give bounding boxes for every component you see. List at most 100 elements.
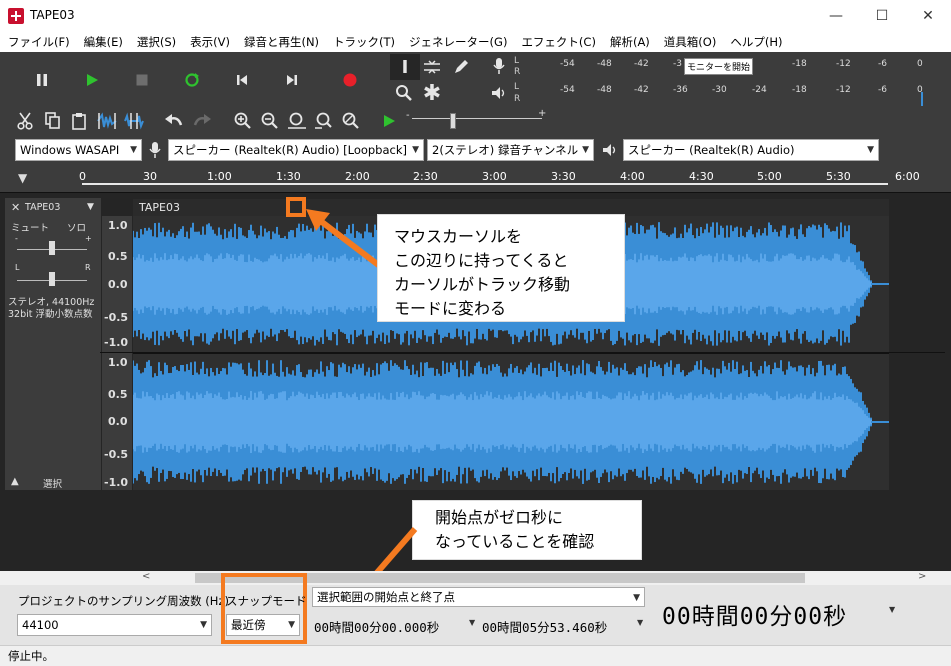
draw-tool-button[interactable] bbox=[450, 56, 472, 78]
skip-start-button[interactable] bbox=[230, 68, 254, 92]
rec-tick: -54 bbox=[560, 59, 575, 69]
start-time-format-icon[interactable]: ▼ bbox=[469, 618, 475, 627]
chevron-down-icon: ▼ bbox=[200, 620, 207, 630]
project-rate-select[interactable]: 44100 ▼ bbox=[17, 614, 212, 636]
fit-selection-button[interactable] bbox=[286, 110, 308, 132]
selection-start-time[interactable]: 00時間00分00.000秒 bbox=[314, 617, 440, 636]
horizontal-scrollbar[interactable]: < > bbox=[0, 571, 951, 585]
envelope-tool-button[interactable] bbox=[421, 56, 443, 78]
callout-line: この辺りに持ってくると bbox=[394, 251, 569, 270]
audio-position-time[interactable]: 00時間00分00秒 bbox=[662, 597, 848, 631]
play-speed-slider[interactable]: - + bbox=[404, 108, 549, 134]
position-format-icon[interactable]: ▼ bbox=[889, 605, 895, 614]
scissors-icon bbox=[17, 112, 33, 130]
paste-button[interactable] bbox=[68, 110, 90, 132]
fit-project-button[interactable] bbox=[313, 110, 335, 132]
close-button[interactable]: ✕ bbox=[905, 0, 951, 32]
zoom-toggle-button[interactable] bbox=[340, 110, 362, 132]
menu-generate[interactable]: ジェネレーター(G) bbox=[409, 34, 507, 50]
ruler-label: 0 bbox=[79, 170, 86, 183]
play-meter[interactable]: -54 -48 -42 -36 -30 -24 -18 -12 -6 0 bbox=[526, 84, 926, 100]
monitor-start-button[interactable]: モニターを開始 bbox=[684, 58, 754, 75]
menu-help[interactable]: ヘルプ(H) bbox=[730, 34, 782, 50]
record-icon bbox=[343, 73, 357, 87]
pan-slider-thumb[interactable] bbox=[49, 272, 55, 286]
cut-button[interactable] bbox=[15, 110, 37, 132]
skip-end-button[interactable] bbox=[280, 68, 304, 92]
selection-end-time[interactable]: 00時間05分53.460秒 bbox=[482, 617, 608, 636]
play-meter-speaker-button[interactable] bbox=[490, 83, 508, 103]
playback-device-value: スピーカー (Realtek(R) Audio) bbox=[628, 143, 795, 157]
trim-button[interactable] bbox=[95, 110, 119, 132]
ruler-label: 1:30 bbox=[276, 170, 301, 183]
ruler-label: 5:00 bbox=[757, 170, 782, 183]
menu-transport[interactable]: 録音と再生(N) bbox=[244, 34, 319, 50]
channels-select[interactable]: 2(ステレオ) 録音チャンネル ▼ bbox=[427, 139, 594, 161]
status-text: 停止中。 bbox=[8, 649, 54, 663]
recording-device-select[interactable]: スピーカー (Realtek(R) Audio) [Loopback] ▼ bbox=[168, 139, 424, 161]
y-label: -0.5 bbox=[104, 448, 129, 461]
timeline-options-icon[interactable]: ▼ bbox=[18, 171, 27, 185]
chevron-down-icon: ▼ bbox=[412, 145, 419, 155]
collapse-track-icon[interactable]: ▲ bbox=[11, 476, 19, 487]
playback-device-select[interactable]: スピーカー (Realtek(R) Audio) ▼ bbox=[623, 139, 879, 161]
mute-button[interactable]: ミュート bbox=[11, 220, 49, 234]
pencil-icon bbox=[455, 60, 468, 73]
undo-button[interactable] bbox=[162, 110, 186, 132]
timeline-ruler[interactable]: ▼ 0 30 1:00 1:30 2:00 2:30 3:00 3:30 4:0… bbox=[0, 165, 951, 192]
slider-thumb[interactable] bbox=[450, 113, 456, 129]
selection-mode-select[interactable]: 選択範囲の開始点と終了点 ▼ bbox=[312, 587, 645, 607]
pause-button[interactable] bbox=[30, 68, 54, 92]
scroll-right-icon[interactable]: > bbox=[918, 571, 926, 582]
multi-tool-button[interactable]: ✱ bbox=[421, 81, 443, 106]
gain-plus: + bbox=[85, 234, 92, 243]
pan-right-label: R bbox=[85, 263, 91, 272]
selection-tool-button[interactable]: I bbox=[395, 56, 415, 78]
menu-effect[interactable]: エフェクト(C) bbox=[521, 34, 596, 50]
gain-slider-thumb[interactable] bbox=[49, 241, 55, 255]
record-button[interactable] bbox=[338, 68, 362, 92]
loop-button[interactable] bbox=[180, 68, 204, 92]
record-meter-mic-button[interactable] bbox=[490, 56, 508, 76]
track-control-panel[interactable]: ✕ TAPE03 ▼ ミュート ソロ - + L R ステレオ, 44100Hz… bbox=[5, 198, 101, 490]
i-beam-icon: I bbox=[401, 56, 409, 78]
track-name[interactable]: TAPE03 bbox=[25, 202, 60, 213]
waveform-channel-right bbox=[133, 360, 889, 484]
vertical-ruler[interactable]: 1.0 0.5 0.0 -0.5 -1.0 1.0 0.5 0.0 -0.5 -… bbox=[102, 216, 132, 490]
menu-tools[interactable]: 道具箱(O) bbox=[664, 34, 717, 50]
maximize-button[interactable]: ☐ bbox=[859, 0, 905, 32]
redo-button[interactable] bbox=[190, 110, 214, 132]
snap-mode-select[interactable]: 最近傍 ▼ bbox=[226, 614, 300, 636]
rec-tick: 0 bbox=[917, 59, 923, 69]
solo-button[interactable]: ソロ bbox=[67, 220, 86, 234]
audio-host-select[interactable]: Windows WASAPI ▼ bbox=[15, 139, 142, 161]
track-menu-icon[interactable]: ▼ bbox=[87, 202, 94, 212]
stop-button[interactable] bbox=[130, 68, 154, 92]
menu-tracks[interactable]: トラック(T) bbox=[333, 34, 395, 50]
zoom-tool-button[interactable] bbox=[393, 82, 415, 104]
record-meter[interactable]: -54 -48 -42 -3 モニターを開始 -18 -12 -6 0 bbox=[526, 58, 926, 75]
callout-start-zero: 開始点がゼロ秒に なっていることを確認 bbox=[412, 500, 642, 560]
zoom-out-button[interactable] bbox=[259, 110, 281, 132]
window-title: TAPE03 bbox=[30, 8, 75, 22]
menu-analyze[interactable]: 解析(A) bbox=[610, 34, 650, 50]
speaker-icon bbox=[492, 87, 505, 99]
track-close-button[interactable]: ✕ bbox=[11, 201, 20, 214]
scroll-left-icon[interactable]: < bbox=[142, 571, 150, 582]
play-at-speed-button[interactable] bbox=[380, 112, 398, 130]
menu-file[interactable]: ファイル(F) bbox=[8, 34, 70, 50]
play-button[interactable] bbox=[80, 68, 104, 92]
menu-select[interactable]: 選択(S) bbox=[137, 34, 176, 50]
silence-button[interactable] bbox=[122, 110, 146, 132]
speaker-icon bbox=[603, 144, 616, 156]
track-select-button[interactable]: 選択 bbox=[43, 476, 62, 490]
channel-divider-line bbox=[100, 352, 945, 353]
menu-view[interactable]: 表示(V) bbox=[190, 34, 230, 50]
track-format-line2: 32bit 浮動小数点数 bbox=[8, 309, 93, 320]
end-time-format-icon[interactable]: ▼ bbox=[637, 618, 643, 627]
zoom-in-button[interactable] bbox=[232, 110, 254, 132]
playback-device-icon bbox=[600, 141, 620, 159]
copy-button[interactable] bbox=[42, 110, 64, 132]
minimize-button[interactable]: — bbox=[813, 0, 859, 32]
menu-edit[interactable]: 編集(E) bbox=[84, 34, 123, 50]
